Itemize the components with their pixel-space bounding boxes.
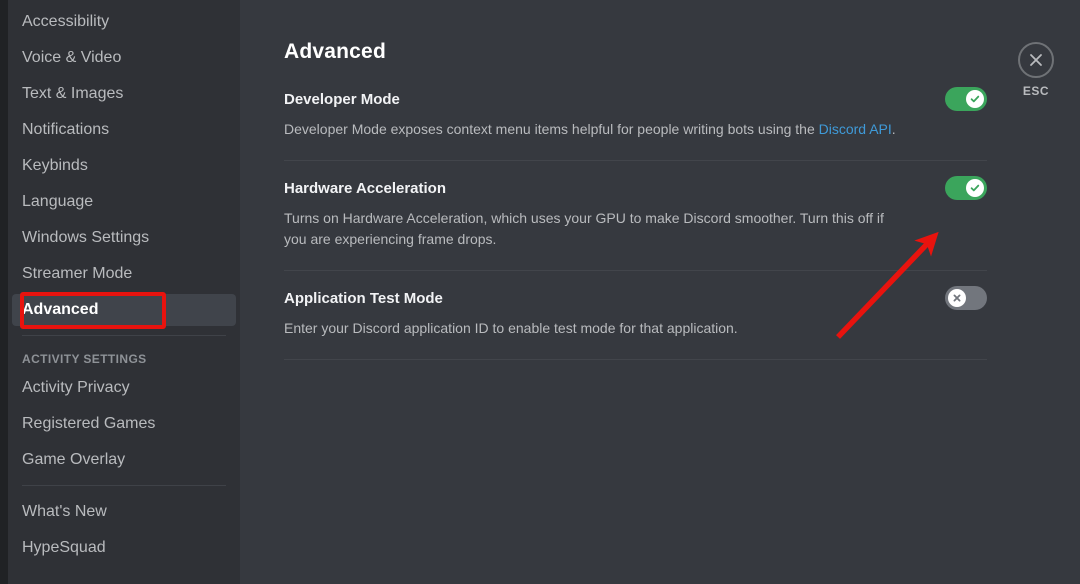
sidebar-item-accessibility[interactable]: Accessibility <box>12 6 236 38</box>
sidebar-item-notifications[interactable]: Notifications <box>12 114 236 146</box>
sidebar-item-hypesquad[interactable]: HypeSquad <box>12 532 236 564</box>
sidebar-separator <box>22 335 226 336</box>
toggle-knob-check-icon <box>966 179 984 197</box>
section-divider <box>284 359 987 360</box>
toggle-knob-x-icon <box>948 289 966 307</box>
left-gutter <box>0 0 8 584</box>
sidebar-item-text-images[interactable]: Text & Images <box>12 78 236 110</box>
close-settings-label: ESC <box>1022 84 1050 98</box>
setting-developer-mode: Developer Mode Developer Mode exposes co… <box>284 87 987 140</box>
sidebar-item-registered-games[interactable]: Registered Games <box>12 408 236 440</box>
section-divider <box>284 270 987 271</box>
sidebar-item-windows-settings[interactable]: Windows Settings <box>12 222 236 254</box>
setting-title: Developer Mode <box>284 91 400 108</box>
close-settings-button[interactable]: ESC <box>1008 42 1064 98</box>
close-x-icon <box>1018 42 1054 78</box>
discord-api-link[interactable]: Discord API <box>819 121 892 137</box>
section-divider <box>284 160 987 161</box>
application-test-mode-toggle[interactable] <box>945 286 987 310</box>
sidebar-item-game-overlay[interactable]: Game Overlay <box>12 444 236 476</box>
setting-description: Turns on Hardware Acceleration, which us… <box>284 210 884 247</box>
setting-title: Hardware Acceleration <box>284 180 447 197</box>
sidebar-item-language[interactable]: Language <box>12 186 236 218</box>
setting-description-text: Developer Mode exposes context menu item… <box>284 121 819 137</box>
settings-sidebar: Accessibility Voice & Video Text & Images N… <box>8 0 240 584</box>
setting-description-tail: . <box>891 121 896 137</box>
hardware-acceleration-toggle[interactable] <box>945 176 987 200</box>
sidebar-item-activity-privacy[interactable]: Activity Privacy <box>12 372 236 404</box>
sidebar-section-header: ACTIVITY SETTINGS <box>22 352 147 366</box>
setting-hardware-acceleration: Hardware Acceleration Turns on Hardware … <box>284 176 987 250</box>
sidebar-item-streamer-mode[interactable]: Streamer Mode <box>12 258 236 290</box>
sidebar-item-advanced[interactable]: Advanced <box>12 294 236 326</box>
sidebar-separator <box>22 485 226 486</box>
settings-content: Advanced Developer Mode Developer Mode e… <box>240 0 1080 584</box>
setting-description: Enter your Discord application ID to ena… <box>284 320 738 336</box>
toggle-knob-check-icon <box>966 90 984 108</box>
sidebar-item-what-s-new[interactable]: What's New <box>12 496 236 528</box>
sidebar-item-keybinds[interactable]: Keybinds <box>12 150 236 182</box>
developer-mode-toggle[interactable] <box>945 87 987 111</box>
setting-application-test-mode: Application Test Mode Enter your Discord… <box>284 286 987 339</box>
setting-description: Developer Mode exposes context menu item… <box>284 119 897 140</box>
setting-title: Application Test Mode <box>284 290 443 307</box>
sidebar-item-voice-video[interactable]: Voice & Video <box>12 42 236 74</box>
discord-settings-window: Accessibility Voice & Video Text & Images N… <box>0 0 1080 584</box>
page-title: Advanced <box>284 40 386 63</box>
